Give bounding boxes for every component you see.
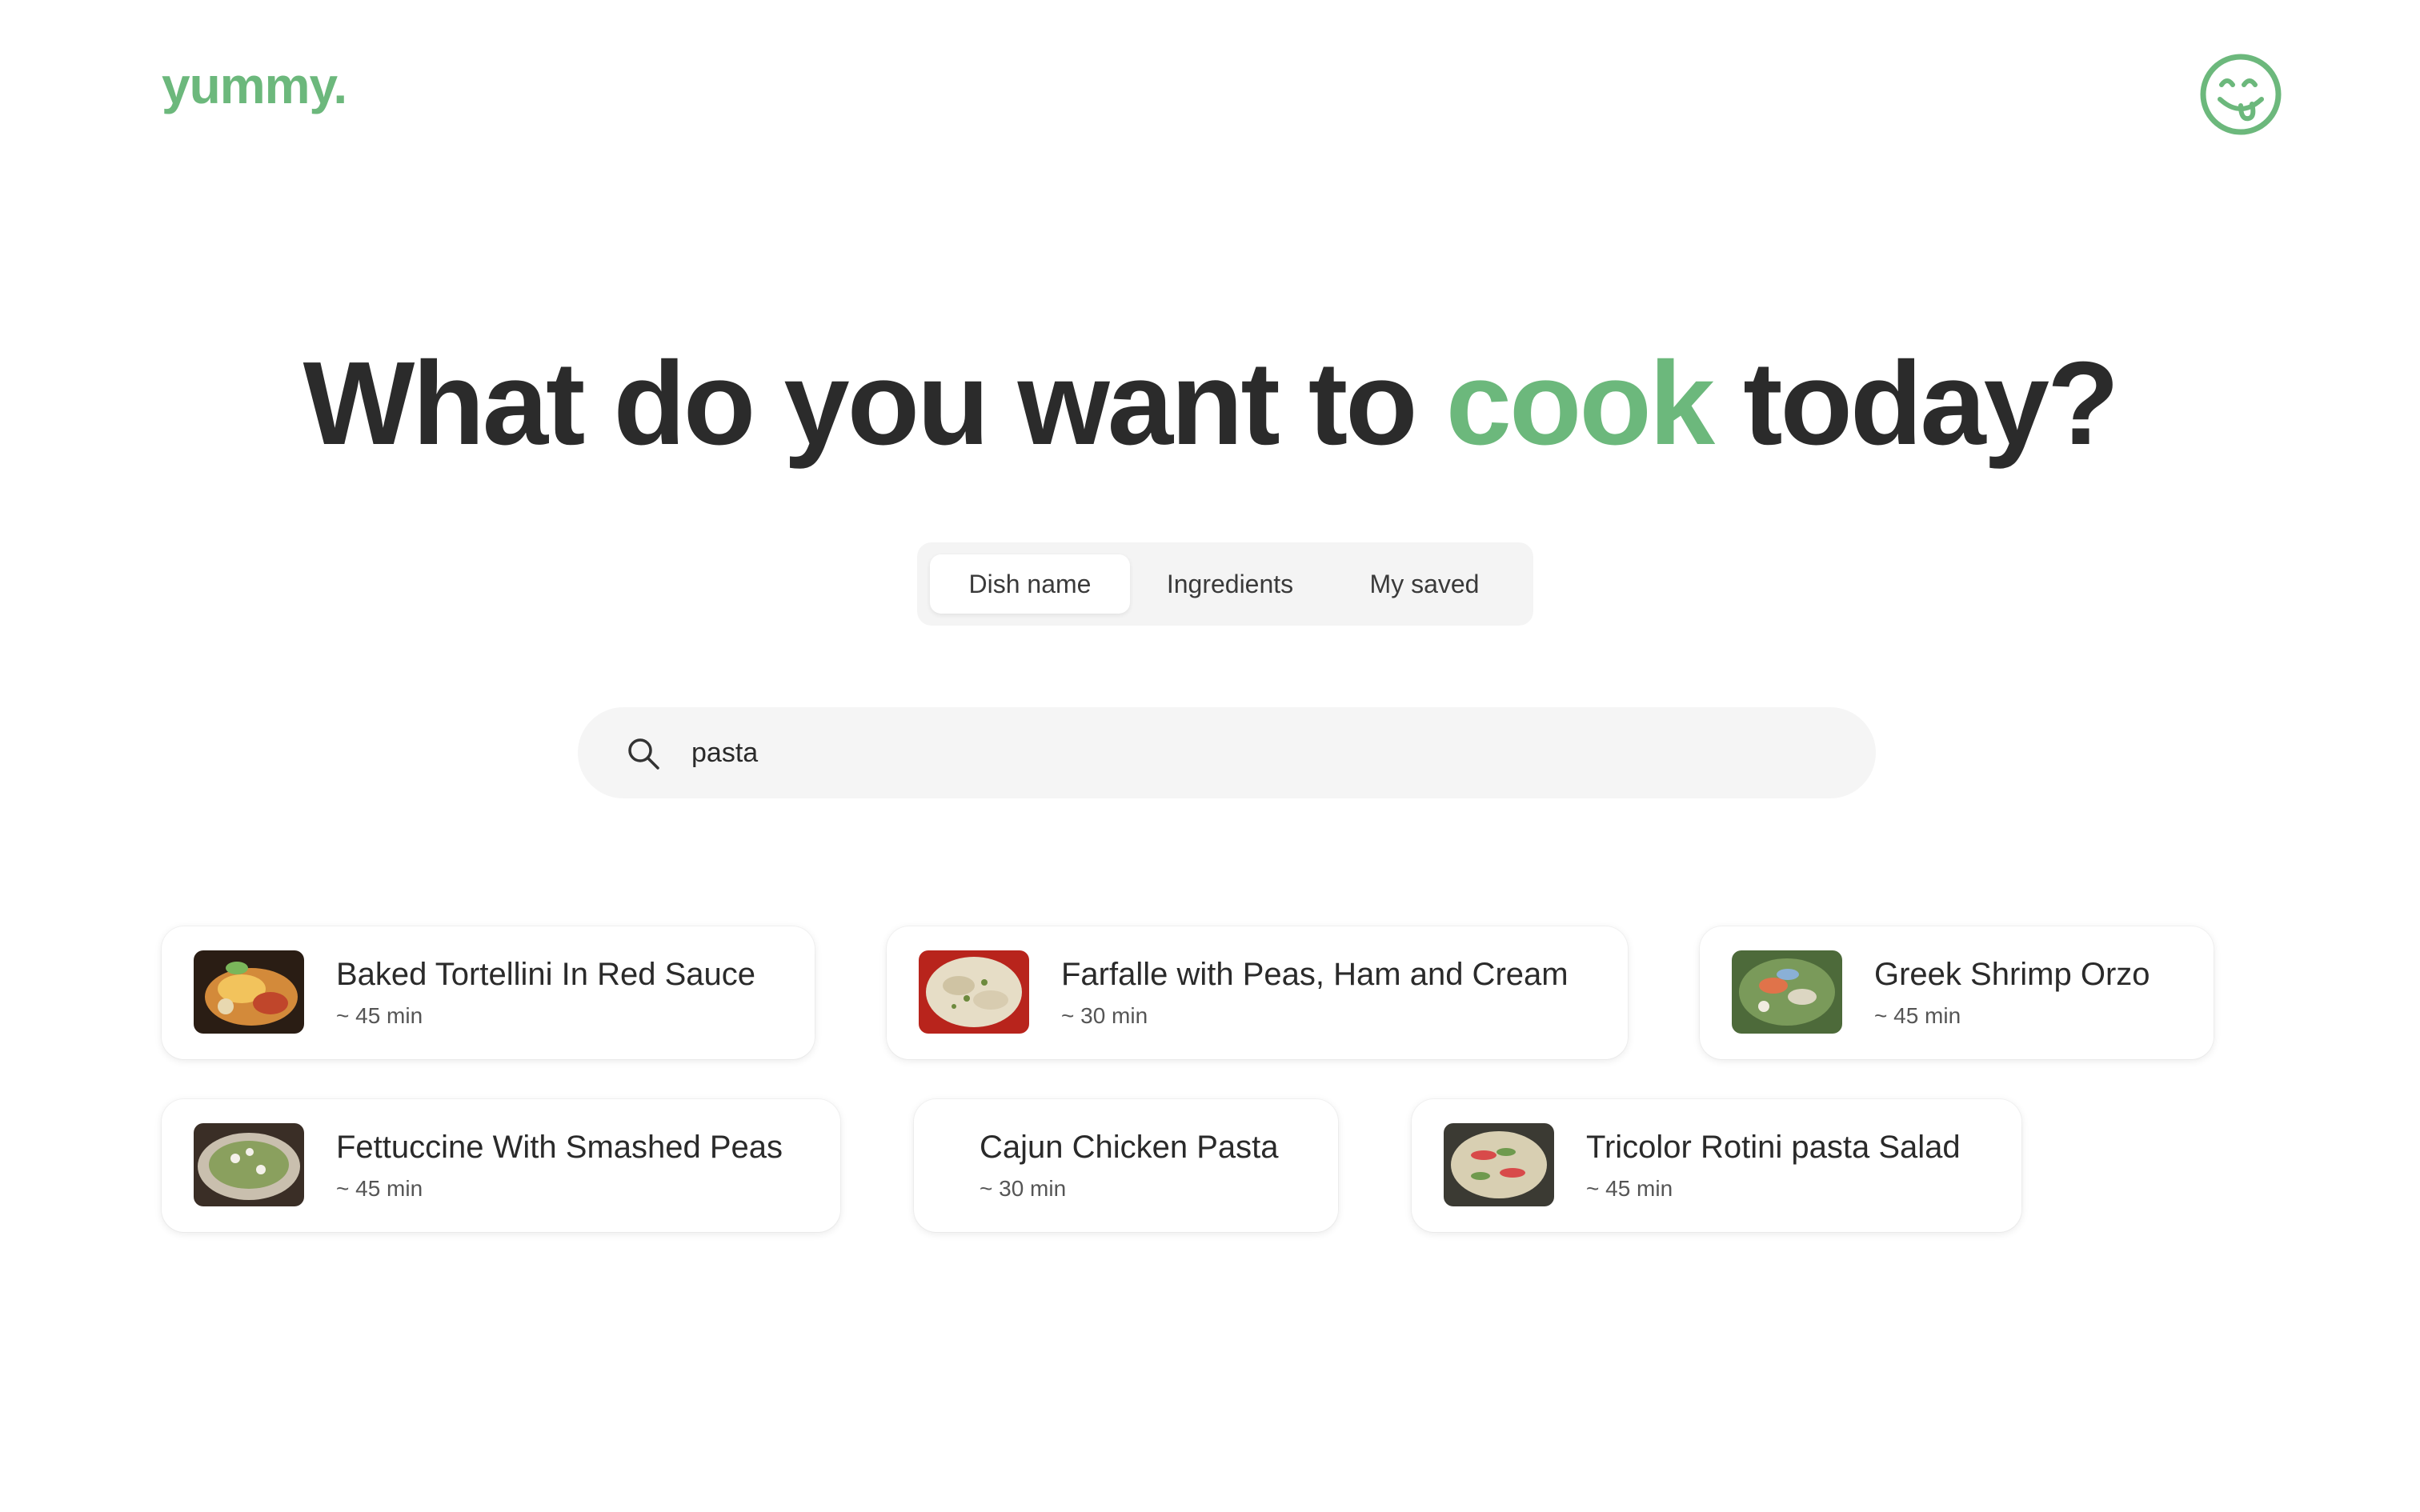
search-input[interactable] [690, 707, 1842, 798]
page: yummy. What do you want to cook today? D… [0, 0, 2420, 1512]
cook-time: ~ 45 min [1586, 1176, 1673, 1201]
smiley-tongue-icon[interactable] [2199, 53, 2282, 136]
tab-dish-name[interactable]: Dish name [930, 554, 1130, 614]
result-card[interactable]: Tricolor Rotini pasta Salad ~ 45 min [1412, 1099, 2021, 1232]
dish-title: Fettuccine With Smashed Peas [336, 1130, 783, 1165]
dish-title: Baked Tortellini In Red Sauce [336, 957, 756, 992]
dish-title: Tricolor Rotini pasta Salad [1586, 1130, 1961, 1165]
dish-title: Greek Shrimp Orzo [1874, 957, 2150, 992]
search-mode-tabs: Dish name Ingredients My saved [917, 542, 1533, 626]
tab-ingredients[interactable]: Ingredients [1130, 554, 1330, 614]
dish-thumbnail [1444, 1123, 1554, 1206]
search-bar [578, 707, 1876, 798]
title-text-before: What do you want to [302, 338, 1446, 470]
page-title: What do you want to cook today? [0, 336, 2420, 472]
dish-title: Farfalle with Peas, Ham and Cream [1061, 957, 1569, 992]
brand-logo[interactable]: yummy. [162, 56, 347, 115]
cook-time: ~ 45 min [336, 1176, 423, 1201]
dish-thumbnail [194, 950, 304, 1034]
cook-time: ~ 45 min [1874, 1003, 1961, 1028]
dish-thumbnail [1732, 950, 1842, 1034]
result-card[interactable]: Cajun Chicken Pasta ~ 30 min [914, 1099, 1338, 1232]
dish-thumbnail [919, 950, 1029, 1034]
result-card[interactable]: Baked Tortellini In Red Sauce ~ 45 min [162, 926, 815, 1059]
title-highlight: cook [1445, 338, 1715, 470]
cook-time: ~ 30 min [1061, 1003, 1148, 1028]
search-icon[interactable] [626, 736, 661, 771]
title-text-after: today? [1713, 338, 2119, 470]
result-card[interactable]: Fettuccine With Smashed Peas ~ 45 min [162, 1099, 840, 1232]
tab-my-saved[interactable]: My saved [1330, 554, 1519, 614]
dish-thumbnail [194, 1123, 304, 1206]
result-card[interactable]: Greek Shrimp Orzo ~ 45 min [1700, 926, 2214, 1059]
dish-title: Cajun Chicken Pasta [980, 1130, 1279, 1165]
cook-time: ~ 45 min [336, 1003, 423, 1028]
result-card[interactable]: Farfalle with Peas, Ham and Cream ~ 30 m… [887, 926, 1628, 1059]
cook-time: ~ 30 min [980, 1176, 1067, 1201]
